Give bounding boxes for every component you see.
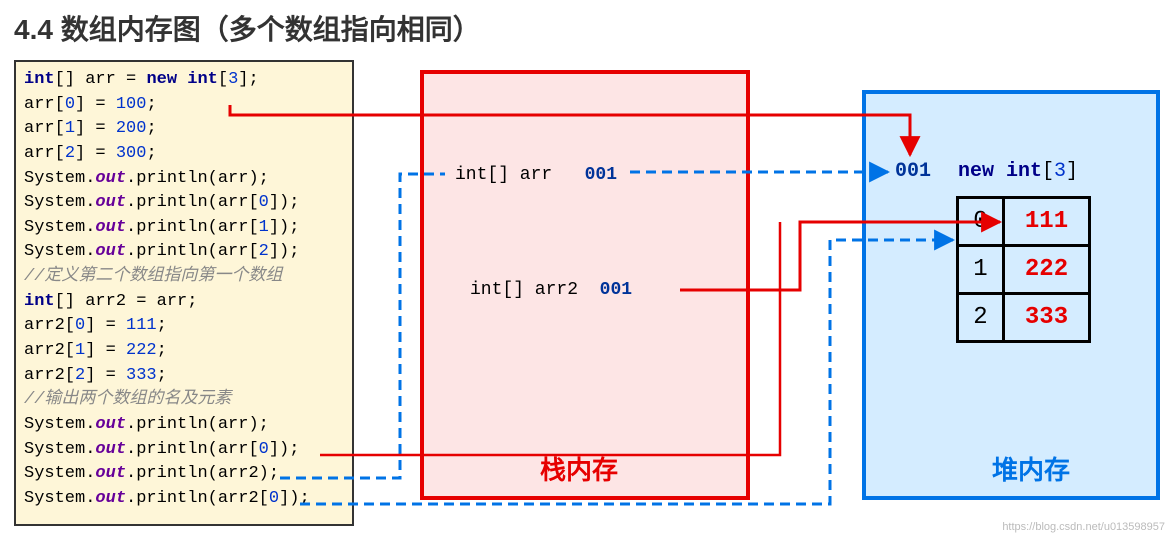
code-block: int[] arr = new int[3]; arr[0] = 100; ar…	[14, 60, 354, 526]
table-row: 2333	[958, 294, 1090, 342]
heap-declaration: new int[3]	[958, 160, 1078, 183]
stack-var-arr: int[] arr 001	[455, 165, 617, 185]
heap-address: 001	[895, 160, 931, 183]
table-row: 1222	[958, 246, 1090, 294]
watermark: https://blog.csdn.net/u013598957	[1002, 521, 1165, 533]
section-title: 4.4 数组内存图（多个数组指向相同）	[14, 8, 481, 48]
table-row: 0111	[958, 198, 1090, 246]
heap-array-table: 0111 1222 2333	[956, 196, 1091, 343]
stack-label: 栈内存	[540, 450, 618, 487]
stack-var-arr2: int[] arr2 001	[470, 280, 632, 300]
heap-label: 堆内存	[992, 450, 1070, 487]
